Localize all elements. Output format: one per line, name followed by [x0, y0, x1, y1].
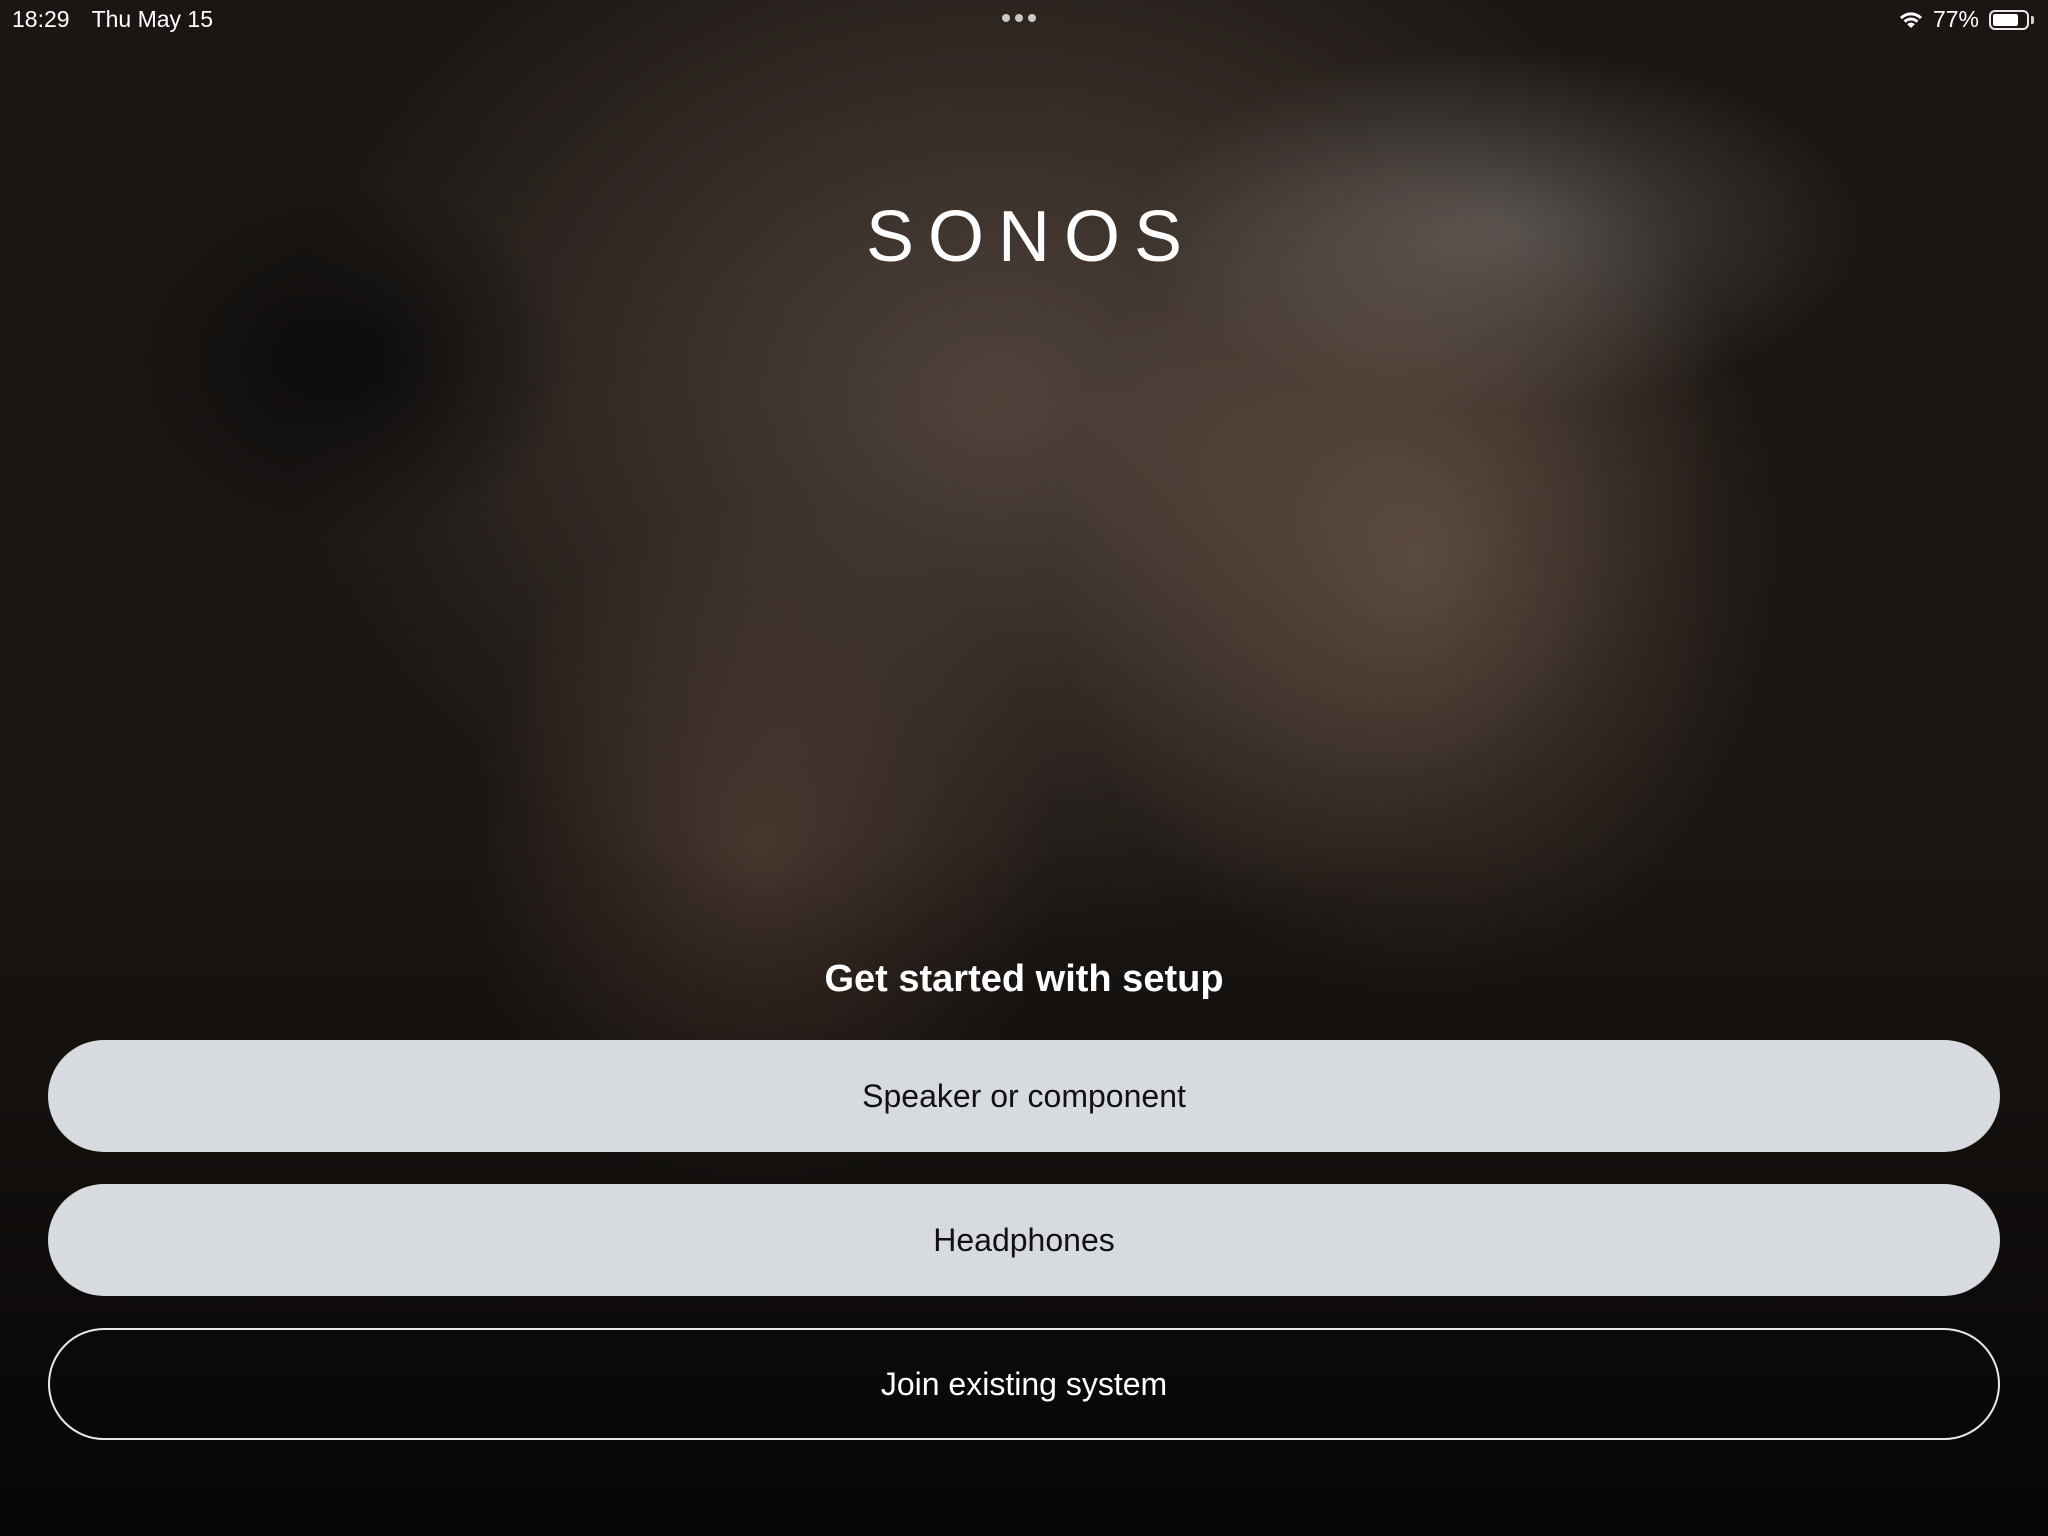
button-label: Headphones [933, 1221, 1115, 1258]
dot [1002, 14, 1010, 22]
dot [1028, 14, 1036, 22]
button-label: Speaker or component [862, 1077, 1186, 1114]
status-right: 77% [1899, 6, 2034, 33]
sonos-setup-screen: 18:29 Thu May 15 77% SONOS Get started w… [0, 0, 2048, 1536]
dot [1015, 14, 1023, 22]
button-label: Join existing system [880, 1365, 1168, 1402]
speaker-or-component-button[interactable]: Speaker or component [48, 1040, 2000, 1152]
sonos-logo: SONOS [865, 197, 1197, 277]
battery-fill [1993, 13, 2018, 26]
status-time: 18:29 [12, 6, 70, 32]
status-bar: 18:29 Thu May 15 77% [0, 0, 2048, 40]
multitasking-dots-icon[interactable] [1002, 14, 1036, 22]
battery-tip [2031, 15, 2034, 24]
battery-body [1989, 9, 2029, 30]
battery-icon [1989, 9, 2034, 30]
status-left: 18:29 Thu May 15 [12, 6, 213, 33]
status-date: Thu May 15 [91, 6, 214, 32]
setup-title: Get started with setup [824, 958, 1224, 1000]
battery-percent: 77% [1932, 6, 1979, 32]
wifi-icon [1899, 11, 1923, 29]
join-existing-system-button[interactable]: Join existing system [48, 1328, 2000, 1440]
headphones-button[interactable]: Headphones [48, 1184, 2000, 1296]
